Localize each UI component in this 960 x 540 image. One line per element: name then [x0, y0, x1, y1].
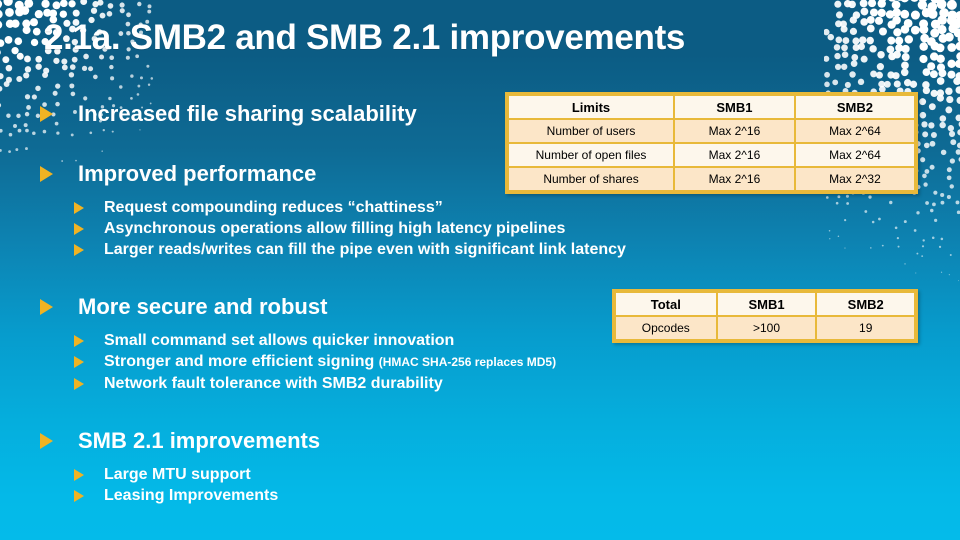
bullet-level2-2-2-label: Network fault tolerance with SMB2 durabi… — [104, 375, 443, 392]
slide-canvas: 2.1a. SMB2 and SMB 2.1 improvements Incr… — [0, 0, 960, 540]
opcodes-cell-0-1: >100 — [716, 316, 817, 340]
bullet-level2-2-1: Stronger and more efficient signing (HMA… — [0, 351, 760, 373]
triangle-right-icon — [74, 378, 84, 390]
limits-cell-0-2: Max 2^64 — [794, 119, 915, 143]
limits-cell-0-1: Max 2^16 — [674, 119, 795, 143]
triangle-right-icon — [74, 335, 84, 347]
bullet-level1-3: SMB 2.1 improvements — [0, 427, 760, 454]
bullet-level2-3-1: Leasing Improvements — [0, 485, 760, 506]
table-row: Number of users Max 2^16 Max 2^64 — [508, 119, 915, 143]
triangle-right-icon — [40, 433, 53, 449]
limits-cell-2-1: Max 2^16 — [674, 167, 795, 191]
triangle-right-icon — [40, 106, 53, 122]
limits-cell-2-2: Max 2^32 — [794, 167, 915, 191]
triangle-right-icon — [74, 223, 84, 235]
limits-header-0: Limits — [508, 95, 675, 119]
triangle-right-icon — [74, 356, 84, 368]
triangle-right-icon — [40, 166, 53, 182]
table-row: Number of open files Max 2^16 Max 2^64 — [508, 143, 915, 167]
bullet-level2-1-0: Request compounding reduces “chattiness” — [0, 197, 760, 218]
table-row: Opcodes >100 19 — [615, 316, 915, 340]
limits-header-2: SMB2 — [794, 95, 915, 119]
triangle-right-icon — [74, 202, 84, 214]
opcodes-cell-0-0: Opcodes — [615, 316, 717, 340]
bullet-level2-1-1: Asynchronous operations allow filling hi… — [0, 218, 760, 239]
triangle-right-icon — [74, 244, 84, 256]
limits-cell-2-0: Number of shares — [508, 167, 675, 191]
limits-cell-1-0: Number of open files — [508, 143, 675, 167]
limits-cell-0-0: Number of users — [508, 119, 675, 143]
opcodes-cell-0-2: 19 — [816, 316, 915, 340]
bullet-level2-1-0-label: Request compounding reduces “chattiness” — [104, 199, 443, 216]
bullet-level2-3-0-label: Large MTU support — [104, 466, 251, 483]
bullet-level1-3-label: SMB 2.1 improvements — [78, 428, 321, 453]
triangle-right-icon — [74, 469, 84, 481]
bullet-level2-1-1-label: Asynchronous operations allow filling hi… — [104, 220, 566, 237]
bullet-level2-1-2-label: Larger reads/writes can fill the pipe ev… — [104, 241, 626, 258]
triangle-right-icon — [40, 299, 53, 315]
limits-cell-1-2: Max 2^64 — [794, 143, 915, 167]
bullet-level2-3-0: Large MTU support — [0, 464, 760, 485]
bullet-level1-1-label: Improved performance — [78, 161, 317, 186]
limits-cell-1-1: Max 2^16 — [674, 143, 795, 167]
opcodes-header-0: Total — [615, 292, 717, 316]
table-header-row: Limits SMB1 SMB2 — [508, 95, 915, 119]
limits-table: Limits SMB1 SMB2 Number of users Max 2^1… — [505, 92, 918, 194]
bullet-level1-0-label: Increased file sharing scalability — [78, 101, 417, 126]
opcodes-table: Total SMB1 SMB2 Opcodes >100 19 — [612, 289, 918, 343]
slide-title: 2.1a. SMB2 and SMB 2.1 improvements — [44, 18, 686, 57]
bullet-level2-2-1-note: (HMAC SHA-256 replaces MD5) — [378, 355, 557, 369]
triangle-right-icon — [74, 490, 84, 502]
bullet-block-4: SMB 2.1 improvements Large MTU support L… — [0, 427, 760, 506]
bullet-level2-2-2: Network fault tolerance with SMB2 durabi… — [0, 373, 760, 394]
table-row: Number of shares Max 2^16 Max 2^32 — [508, 167, 915, 191]
bullet-level2-1-2: Larger reads/writes can fill the pipe ev… — [0, 239, 760, 260]
bullet-level2-2-1-label: Stronger and more efficient signing — [104, 353, 379, 370]
table-header-row: Total SMB1 SMB2 — [615, 292, 915, 316]
opcodes-header-1: SMB1 — [716, 292, 817, 316]
bullet-level1-2-label: More secure and robust — [78, 294, 328, 319]
bullet-level2-3-1-label: Leasing Improvements — [104, 487, 279, 504]
limits-header-1: SMB1 — [674, 95, 795, 119]
bullet-level2-2-0-label: Small command set allows quicker innovat… — [104, 332, 455, 349]
opcodes-header-2: SMB2 — [816, 292, 915, 316]
